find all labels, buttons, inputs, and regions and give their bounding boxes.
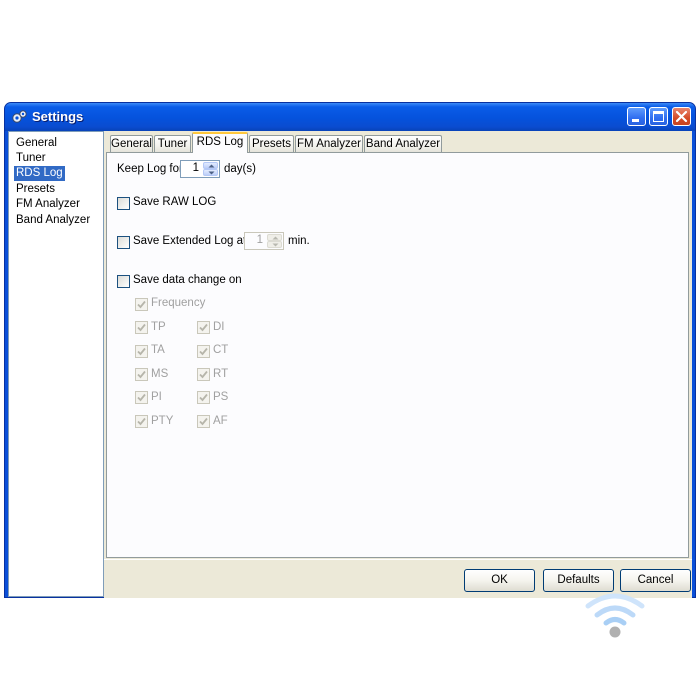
window-client-area: General Tuner RDS Log Presets FM Analyze… xyxy=(8,131,692,598)
ms-label: MS xyxy=(151,368,169,380)
pi-checkbox[interactable] xyxy=(135,391,148,404)
rt-label: RT xyxy=(213,368,229,380)
ok-button[interactable]: OK xyxy=(464,569,535,592)
rt-checkbox[interactable] xyxy=(197,368,210,381)
save-raw-log-label: Save RAW LOG xyxy=(133,196,217,208)
save-data-change-label: Save data change on xyxy=(133,274,242,286)
title-bar[interactable]: Settings xyxy=(5,103,695,131)
gears-icon xyxy=(11,109,28,125)
ct-label: CT xyxy=(213,344,229,356)
af-label: AF xyxy=(213,415,228,427)
checkmark-icon xyxy=(199,323,208,332)
tp-label: TP xyxy=(151,321,166,333)
cancel-button[interactable]: Cancel xyxy=(620,569,691,592)
spin-up-icon xyxy=(208,164,215,168)
tp-checkbox[interactable] xyxy=(135,321,148,334)
ct-checkbox[interactable] xyxy=(197,345,210,358)
category-item-rds-log[interactable]: RDS Log xyxy=(14,166,65,181)
category-item-general[interactable]: General xyxy=(14,136,59,151)
save-extended-log-checkbox[interactable] xyxy=(117,236,130,249)
checkmark-icon xyxy=(199,370,208,379)
di-checkbox[interactable] xyxy=(197,321,210,334)
keep-log-label: Keep Log for xyxy=(117,163,183,175)
rds-log-tab-page: Keep Log for 1 day(s) Save RAW LOG Save … xyxy=(106,152,689,558)
category-item-fm-analyzer[interactable]: FM Analyzer xyxy=(14,197,82,212)
category-item-band-analyzer[interactable]: Band Analyzer xyxy=(14,213,92,228)
keep-log-stepper[interactable]: 1 xyxy=(180,160,220,178)
keep-log-up-button[interactable] xyxy=(203,162,218,169)
tab-tuner[interactable]: Tuner xyxy=(154,135,191,152)
tab-presets[interactable]: Presets xyxy=(249,135,294,152)
spin-down-icon xyxy=(272,243,279,247)
category-item-tuner[interactable]: Tuner xyxy=(14,151,48,166)
minimize-icon xyxy=(632,119,639,122)
checkmark-icon xyxy=(199,347,208,356)
ta-checkbox[interactable] xyxy=(135,345,148,358)
checkmark-icon xyxy=(137,300,146,309)
spin-down-icon xyxy=(208,171,215,175)
checkmark-icon xyxy=(199,393,208,402)
checkmark-icon xyxy=(137,393,146,402)
settings-window: Settings General Tuner RDS Log Presets F… xyxy=(4,102,696,598)
di-label: DI xyxy=(213,321,225,333)
checkmark-icon xyxy=(199,417,208,426)
maximize-button[interactable] xyxy=(649,107,668,126)
save-extended-log-value: 1 xyxy=(256,234,263,246)
maximize-icon xyxy=(653,111,664,122)
save-extended-log-label: Save Extended Log at xyxy=(133,235,247,247)
defaults-button[interactable]: Defaults xyxy=(543,569,614,592)
frequency-label: Frequency xyxy=(151,297,206,309)
tab-rds-log[interactable]: RDS Log xyxy=(192,132,248,153)
checkmark-icon xyxy=(137,370,146,379)
category-list[interactable]: General Tuner RDS Log Presets FM Analyze… xyxy=(8,131,104,597)
wifi-watermark-icon xyxy=(585,593,645,638)
checkmark-icon xyxy=(137,417,146,426)
settings-panel: General Tuner RDS Log Presets FM Analyze… xyxy=(104,131,692,559)
save-raw-log-checkbox[interactable] xyxy=(117,197,130,210)
ms-checkbox[interactable] xyxy=(135,368,148,381)
checkmark-icon xyxy=(137,347,146,356)
minimize-button[interactable] xyxy=(627,107,646,126)
save-extended-down-button[interactable] xyxy=(267,241,282,248)
close-icon xyxy=(675,110,688,123)
ps-checkbox[interactable] xyxy=(197,391,210,404)
tab-general[interactable]: General xyxy=(110,135,153,152)
category-item-presets[interactable]: Presets xyxy=(14,182,57,197)
pty-checkbox[interactable] xyxy=(135,415,148,428)
keep-log-unit: day(s) xyxy=(224,163,256,175)
save-extended-up-button[interactable] xyxy=(267,234,282,241)
frequency-checkbox[interactable] xyxy=(135,298,148,311)
save-extended-log-stepper[interactable]: 1 xyxy=(244,232,284,250)
close-button[interactable] xyxy=(672,107,691,126)
pty-label: PTY xyxy=(151,415,174,427)
ta-label: TA xyxy=(151,344,165,356)
keep-log-value: 1 xyxy=(192,162,199,174)
pi-label: PI xyxy=(151,391,162,403)
ps-label: PS xyxy=(213,391,229,403)
checkmark-icon xyxy=(137,323,146,332)
spin-up-icon xyxy=(272,236,279,240)
save-extended-log-unit: min. xyxy=(288,235,310,247)
af-checkbox[interactable] xyxy=(197,415,210,428)
tab-fm-analyzer[interactable]: FM Analyzer xyxy=(295,135,363,152)
window-title: Settings xyxy=(32,109,84,124)
save-data-change-checkbox[interactable] xyxy=(117,275,130,288)
tab-band-analyzer[interactable]: Band Analyzer xyxy=(364,135,442,152)
keep-log-down-button[interactable] xyxy=(203,169,218,176)
